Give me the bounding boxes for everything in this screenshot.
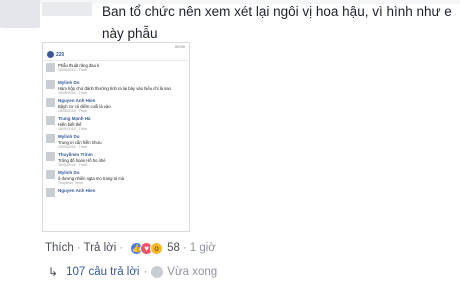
phone-comment: Phẫu thuật răng đau k 18/05/2016 · Thích bbox=[46, 63, 186, 77]
phone-comment: Thuylinen Trinm Trông đổ hoan Hồ ho nhé … bbox=[46, 152, 186, 167]
like-icon bbox=[47, 51, 54, 58]
phone-comment-meta: 18/05/2016 · Thích bbox=[58, 68, 88, 72]
phone-avatar bbox=[46, 116, 55, 125]
separator-dot: · bbox=[76, 242, 81, 254]
comment-time[interactable]: 1 giờ bbox=[190, 242, 216, 254]
phone-avatar bbox=[46, 134, 55, 143]
phone-comment: Nguyen Anh Hien Bậyh cơ có điểm cuối là … bbox=[46, 98, 186, 113]
reply-avatar bbox=[151, 266, 164, 278]
phone-comment-meta: 18/05/2016 · Thích bbox=[58, 108, 88, 113]
phone-reaction-count: 220 bbox=[56, 51, 65, 58]
commenter-avatar[interactable] bbox=[0, 0, 40, 28]
phone-comment-name: Nguyen Anh Hien bbox=[58, 188, 96, 193]
reaction-count[interactable]: 58 bbox=[167, 242, 180, 254]
reply-arrow-icon: ↳ bbox=[48, 265, 59, 279]
separator-dot: · bbox=[143, 266, 148, 278]
wow-reaction-icon: o bbox=[150, 241, 164, 255]
phone-comment: Mylinh Do ô đương nhiên ngta mo trang tú… bbox=[46, 170, 186, 185]
phone-avatar bbox=[46, 170, 55, 179]
attached-screenshot[interactable]: 00:50 220 Phẫu thuật răng đau k 18/05/20… bbox=[42, 42, 190, 232]
phone-avatar bbox=[46, 152, 55, 161]
phone-comment-meta: 18/05/2016 · Thích bbox=[58, 126, 88, 131]
phone-avatar bbox=[46, 98, 55, 107]
reactions[interactable]: 👍 ♥ o bbox=[130, 241, 164, 255]
reply-link[interactable]: Trả lời bbox=[84, 242, 117, 254]
phone-comment: Mylinh Do Hàm hộp chứ đánh thường tính r… bbox=[46, 80, 186, 95]
phone-avatar bbox=[46, 80, 55, 89]
phone-avatar bbox=[46, 188, 55, 197]
phone-comment-list: Phẫu thuật răng đau k 18/05/2016 · Thích… bbox=[43, 61, 189, 207]
reply-time: Vừa xong bbox=[167, 266, 218, 278]
like-link[interactable]: Thích bbox=[45, 242, 74, 254]
separator-dot: · bbox=[119, 242, 124, 254]
phone-comment-meta: 18/05/2016 · Thích bbox=[58, 162, 88, 167]
replies-row[interactable]: ↳ 107 câu trả lời · Vừa xong bbox=[48, 264, 217, 280]
phone-comment-meta: 18/05/2016 · Thích bbox=[58, 144, 88, 149]
phone-comment: Trung Mạnh Hà Hiền biết thế 18/05/2016 ·… bbox=[46, 116, 186, 131]
phone-comment-meta: 18/05/2016 · Thích bbox=[58, 90, 88, 95]
separator-dot: · bbox=[182, 242, 187, 254]
comment-line-1: Ban tổ chức nên xem xét lại ngôi vị hoa … bbox=[102, 4, 452, 41]
phone-comments-header: 220 bbox=[43, 49, 189, 61]
phone-comment: Nguyen Anh Hien bbox=[46, 188, 186, 202]
comment-actions: Thích · Trả lời · 👍 ♥ o 58 · 1 giờ bbox=[45, 240, 216, 256]
phone-comment: Mylinh Do Trung ơi cẩn hiền nhưu 18/05/2… bbox=[46, 134, 186, 149]
replies-link[interactable]: 107 câu trả lời bbox=[66, 266, 139, 278]
phone-comment-meta: Thuylinen Trinm bbox=[58, 180, 83, 185]
phone-clock: 00:50 bbox=[174, 43, 185, 49]
commenter-name-redacted bbox=[42, 2, 92, 16]
phone-comment-text: Hàm hộp chứ đánh thường tính ra lại bảy … bbox=[58, 85, 171, 91]
phone-avatar bbox=[46, 63, 55, 72]
